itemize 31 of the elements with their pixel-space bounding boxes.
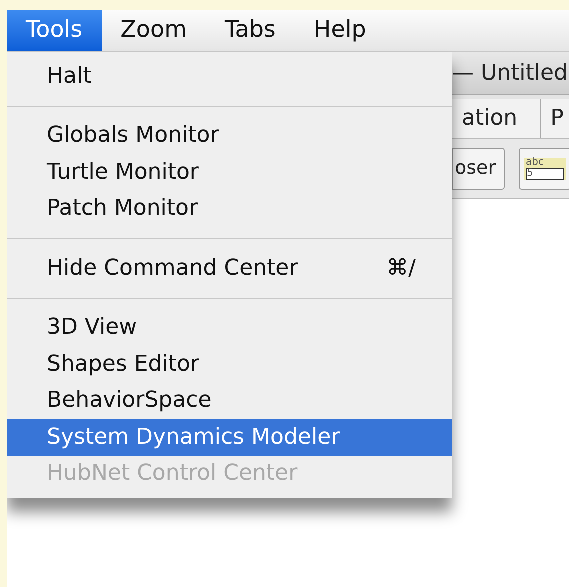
tab[interactable]: ation	[452, 99, 541, 138]
menu-item[interactable]: BehaviorSpace	[7, 382, 452, 419]
menu-item[interactable]: Hide Command Center ⌘/	[7, 250, 452, 286]
menu-item[interactable]: System Dynamics Modeler	[7, 419, 452, 456]
menu-item-label: 3D View	[47, 314, 138, 342]
toolbar-button[interactable]: oser	[452, 148, 506, 190]
tab[interactable]: P	[540, 99, 569, 138]
menu-item-label: Patch Monitor	[47, 195, 198, 224]
menu-item-label: Shapes Editor	[47, 350, 200, 379]
menu-item-label: HubNet Control Center	[47, 460, 298, 488]
input-label: abc	[526, 158, 546, 168]
input-value: 5	[526, 168, 564, 180]
menu-item-label: BehaviorSpace	[47, 387, 212, 416]
menu-item[interactable]: 3D View	[7, 310, 452, 346]
shortcut-label: ⌘/	[386, 254, 416, 283]
menu-item-label: Turtle Monitor	[47, 158, 199, 187]
menu-item[interactable]: Globals Monitor	[7, 118, 452, 154]
menu-item[interactable]: Halt	[7, 58, 452, 94]
menu-title[interactable]: Help	[294, 10, 386, 51]
menu-item-label: Globals Monitor	[47, 122, 220, 150]
menu-item[interactable]: Patch Monitor	[7, 190, 452, 227]
menu-item-label: Hide Command Center	[47, 254, 298, 283]
menu-title[interactable]: Tools	[7, 10, 102, 51]
menu-title[interactable]: Zoom	[102, 10, 206, 51]
input-widget-button[interactable]: abc 5	[519, 148, 569, 190]
menu-item-label: System Dynamics Modeler	[47, 424, 340, 452]
window-title: — Untitled	[452, 60, 568, 88]
menu-item-label: Halt	[47, 62, 92, 91]
menu-item[interactable]: Turtle Monitor	[7, 154, 452, 190]
menu-title[interactable]: Tabs	[206, 10, 295, 51]
menu-item[interactable]: Shapes Editor	[7, 346, 452, 382]
